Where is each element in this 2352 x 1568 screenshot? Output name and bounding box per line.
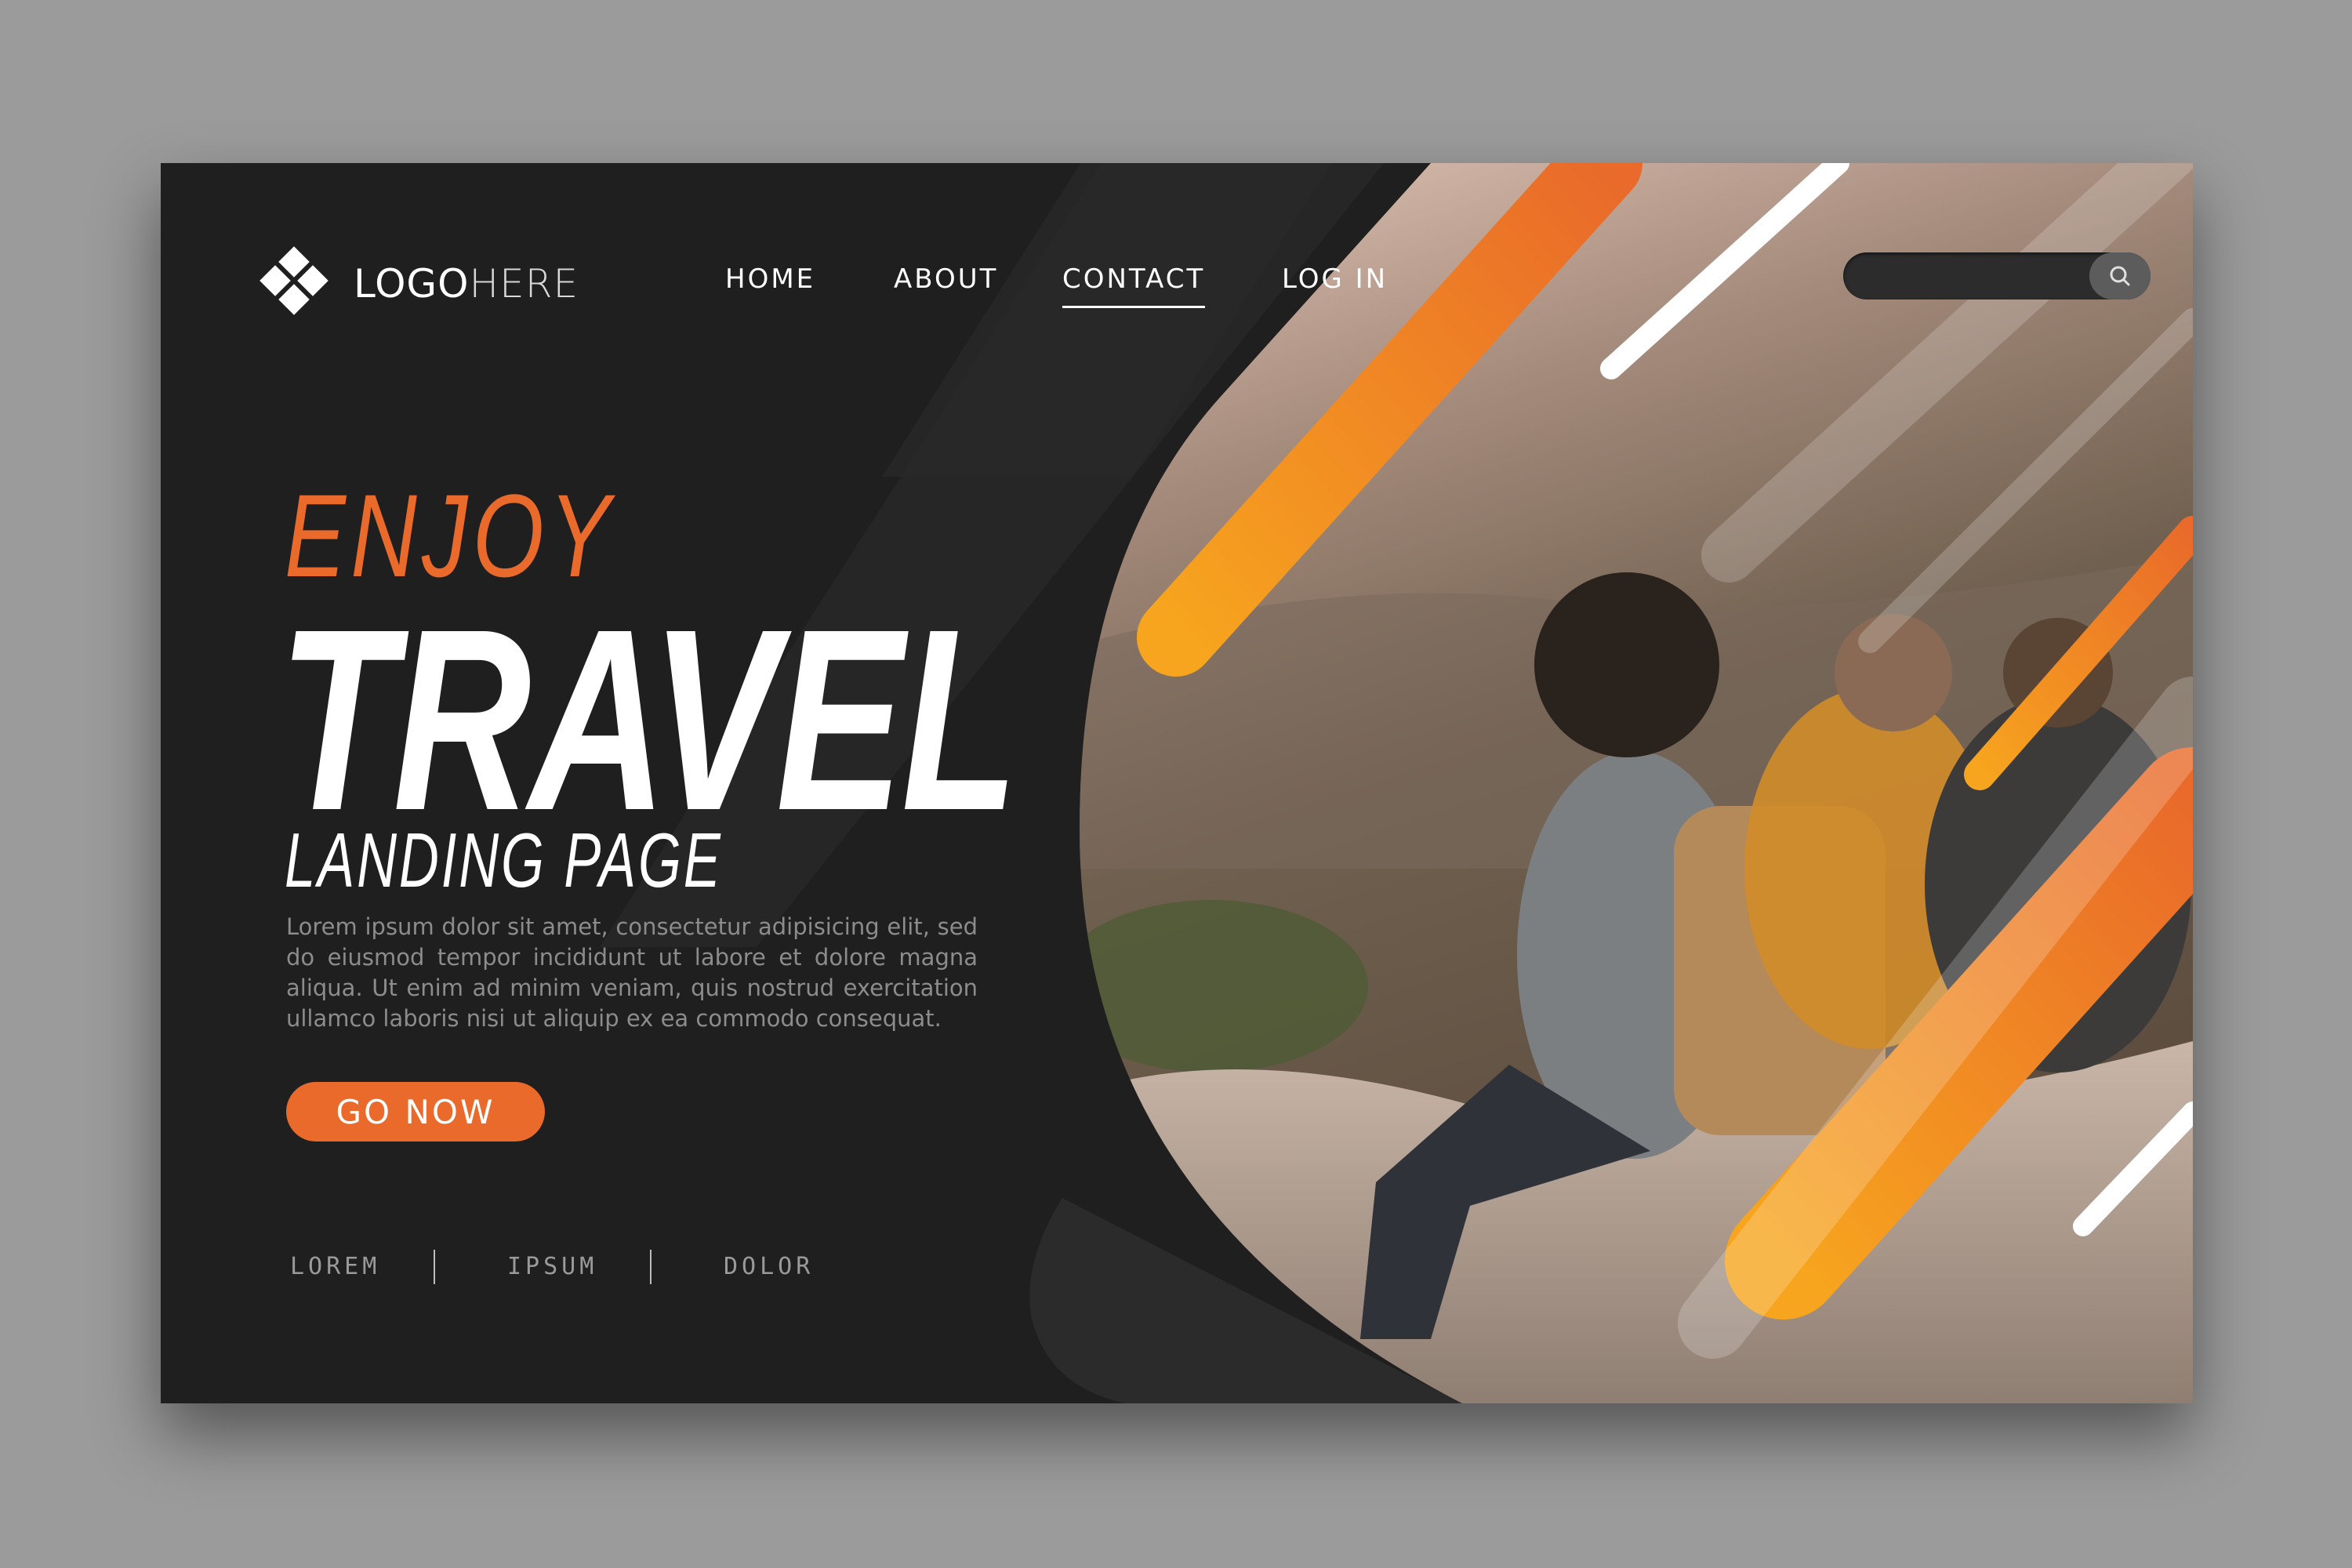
search-bar[interactable]: [1843, 252, 2151, 299]
go-now-button[interactable]: GO NOW: [286, 1082, 545, 1142]
brand-logo[interactable]: LOGOHERE: [255, 245, 579, 323]
nav-item-home[interactable]: HOME: [725, 263, 815, 306]
footer-link-ipsum[interactable]: IPSUM: [507, 1253, 597, 1280]
diamond-logo-icon: [260, 246, 328, 315]
hero-subtitle: LANDING PAGE: [285, 817, 723, 903]
footer-link-dolor[interactable]: DOLOR: [724, 1253, 814, 1280]
logo-text-light: HERE: [469, 261, 579, 307]
logo-text-strong: LOGO: [354, 261, 470, 307]
footer-divider: [434, 1250, 435, 1284]
search-icon: [2110, 266, 2130, 286]
hero-body-text: Lorem ipsum dolor sit amet, consectetur …: [286, 913, 978, 1032]
hero-title: TRAVEL: [278, 575, 1018, 864]
nav-item-about[interactable]: ABOUT: [894, 263, 998, 306]
nav-item-log-in[interactable]: LOG IN: [1282, 263, 1388, 306]
footer-link-lorem[interactable]: LOREM: [290, 1253, 380, 1280]
logo-text: LOGOHERE: [354, 261, 579, 307]
landing-page-card: LOGOHERE HOME ABOUT CONTACT LOG IN ENJOY…: [161, 163, 2193, 1403]
nav-item-contact[interactable]: CONTACT: [1062, 263, 1206, 308]
search-button[interactable]: [2089, 252, 2151, 299]
footer-divider: [650, 1250, 652, 1284]
